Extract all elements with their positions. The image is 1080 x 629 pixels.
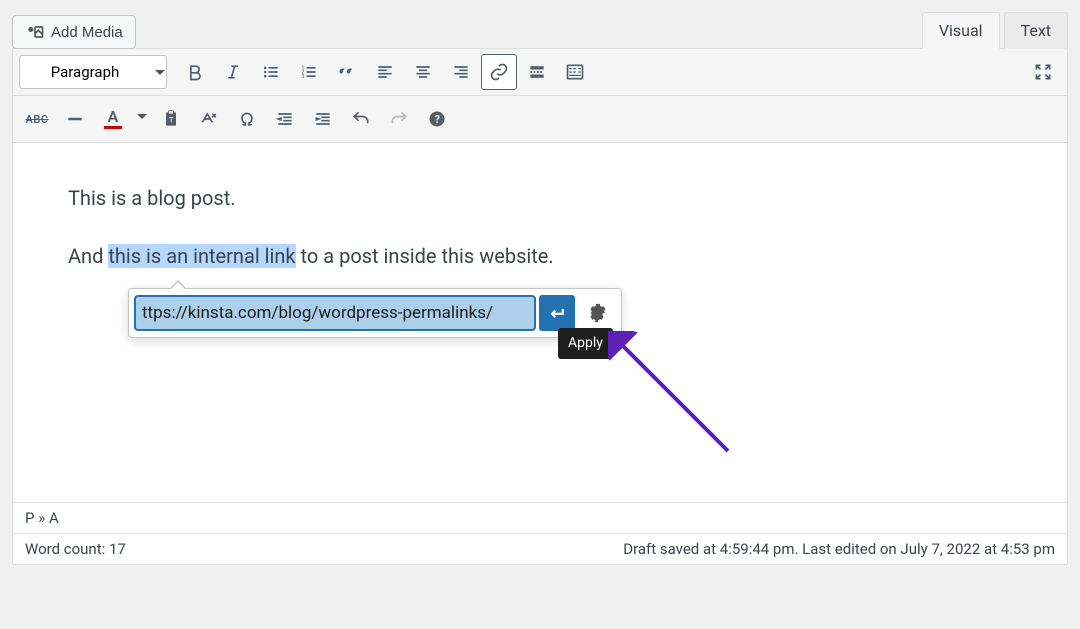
svg-text:3: 3 — [302, 74, 305, 80]
ul-button[interactable] — [253, 54, 289, 90]
paragraph-1: This is a blog post. — [68, 183, 1012, 213]
align-left-button[interactable] — [367, 54, 403, 90]
italic-button[interactable] — [215, 54, 251, 90]
paragraph-2: And this is an internal link to a post i… — [68, 241, 1012, 271]
redo-button[interactable] — [381, 101, 417, 137]
element-path[interactable]: P » A — [12, 503, 1068, 534]
readmore-button[interactable] — [519, 54, 555, 90]
special-char-button[interactable] — [229, 101, 265, 137]
tab-visual[interactable]: Visual — [922, 12, 1000, 49]
add-media-label: Add Media — [51, 24, 123, 41]
draft-status: Draft saved at 4:59:44 pm. Last edited o… — [623, 540, 1055, 558]
media-icon — [25, 22, 45, 42]
link-button[interactable] — [481, 54, 517, 90]
link-url-input[interactable] — [135, 296, 535, 330]
undo-button[interactable] — [343, 101, 379, 137]
ol-button[interactable]: 123 — [291, 54, 327, 90]
word-count: Word count: 17 — [25, 540, 126, 558]
link-options-button[interactable] — [579, 295, 615, 331]
help-button[interactable]: ? — [419, 101, 455, 137]
blockquote-button[interactable] — [329, 54, 365, 90]
format-select[interactable]: Paragraph — [19, 55, 167, 89]
fullscreen-button[interactable] — [1025, 54, 1061, 90]
svg-text:T: T — [169, 115, 174, 124]
status-bar: Word count: 17 Draft saved at 4:59:44 pm… — [12, 534, 1068, 565]
indent-button[interactable] — [305, 101, 341, 137]
align-center-button[interactable] — [405, 54, 441, 90]
link-insert-popup — [128, 288, 622, 338]
editor-toolbar: Paragraph 123 ABC A T — [12, 48, 1068, 143]
editor-content[interactable]: This is a blog post. And this is an inte… — [12, 143, 1068, 503]
apply-link-button[interactable] — [539, 295, 575, 331]
text-color-dropdown[interactable] — [133, 101, 151, 137]
text-color-button[interactable]: A — [95, 101, 131, 137]
paste-text-button[interactable]: T — [153, 101, 189, 137]
toolbar-toggle-button[interactable] — [557, 54, 593, 90]
apply-tooltip: Apply — [558, 328, 613, 359]
bold-button[interactable] — [177, 54, 213, 90]
align-right-button[interactable] — [443, 54, 479, 90]
clear-format-button[interactable] — [191, 101, 227, 137]
enter-icon — [547, 303, 567, 323]
svg-text:?: ? — [435, 113, 440, 126]
gear-icon — [586, 302, 608, 324]
outdent-button[interactable] — [267, 101, 303, 137]
tab-text[interactable]: Text — [1004, 12, 1068, 49]
strikethrough-button[interactable]: ABC — [19, 101, 55, 137]
hr-button[interactable] — [57, 101, 93, 137]
add-media-button[interactable]: Add Media — [12, 15, 136, 49]
selected-link-text: this is an internal link — [108, 244, 295, 268]
annotation-arrow — [608, 331, 738, 461]
